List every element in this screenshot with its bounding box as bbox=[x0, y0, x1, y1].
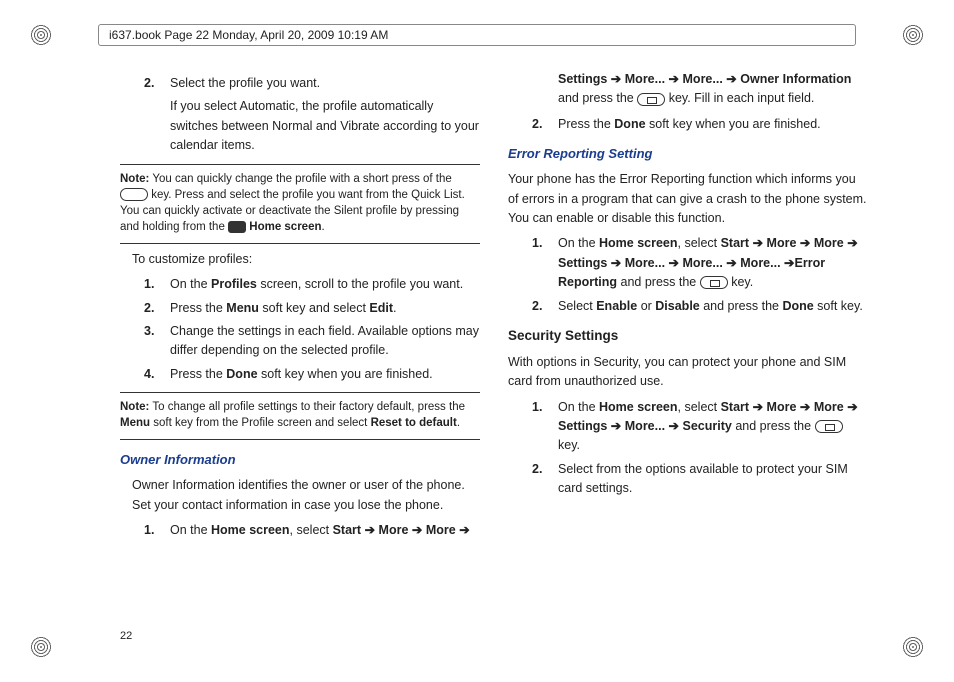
divider bbox=[120, 392, 480, 393]
step-text: On the Home screen, select Start ➔ More … bbox=[558, 234, 868, 292]
step-text: Change the settings in each field. Avail… bbox=[170, 322, 480, 361]
list-item: 1. On the Home screen, select Start ➔ Mo… bbox=[532, 234, 868, 292]
divider bbox=[120, 164, 480, 165]
heading-error-reporting: Error Reporting Setting bbox=[508, 144, 868, 164]
paragraph: Owner Information identifies the owner o… bbox=[132, 476, 480, 515]
divider bbox=[120, 243, 480, 244]
list-item: 2. Select from the options available to … bbox=[532, 460, 868, 499]
home-key-icon bbox=[228, 221, 246, 233]
step-number: 4. bbox=[144, 365, 160, 384]
print-header-bar: i637.book Page 22 Monday, April 20, 2009… bbox=[98, 24, 856, 46]
heading-security: Security Settings bbox=[508, 326, 868, 347]
print-header-text: i637.book Page 22 Monday, April 20, 2009… bbox=[109, 28, 388, 42]
list-item: 2. Press the Menu soft key and select Ed… bbox=[144, 299, 480, 318]
crop-mark-bl bbox=[30, 636, 52, 658]
right-column: Settings ➔ More... ➔ More... ➔ Owner Inf… bbox=[508, 70, 868, 622]
step-text: On the Home screen, select Start ➔ More … bbox=[558, 398, 868, 456]
note-text: You can quickly change the profile with … bbox=[120, 173, 465, 233]
step-number: 3. bbox=[144, 322, 160, 361]
step-text: Press the Done soft key when you are fin… bbox=[558, 115, 868, 134]
page-number: 22 bbox=[120, 630, 132, 642]
paragraph: To customize profiles: bbox=[132, 250, 480, 269]
home-key-icon bbox=[700, 276, 728, 289]
step-number: 1. bbox=[532, 398, 548, 456]
note-label: Note: bbox=[120, 173, 149, 185]
step-number: 1. bbox=[144, 521, 160, 540]
home-key-icon bbox=[637, 93, 665, 106]
step-number: 2. bbox=[532, 297, 548, 316]
step-text: On the Home screen, select Start ➔ More … bbox=[170, 521, 480, 540]
step-text: Press the Menu soft key and select Edit. bbox=[170, 299, 480, 318]
step-text: On the Profiles screen, scroll to the pr… bbox=[170, 275, 480, 294]
paragraph: With options in Security, you can protec… bbox=[508, 353, 868, 392]
list-item: 2. Press the Done soft key when you are … bbox=[532, 115, 868, 134]
step-number: 2. bbox=[144, 74, 160, 93]
list-item: 3. Change the settings in each field. Av… bbox=[144, 322, 480, 361]
list-item: 1. On the Home screen, select Start ➔ Mo… bbox=[144, 521, 480, 540]
crop-mark-tr bbox=[902, 24, 924, 46]
list-item: 1. On the Profiles screen, scroll to the… bbox=[144, 275, 480, 294]
step-subtext: If you select Automatic, the profile aut… bbox=[170, 97, 480, 155]
step-cont: Settings ➔ More... ➔ More... ➔ Owner Inf… bbox=[558, 70, 868, 109]
step-number: 2. bbox=[144, 299, 160, 318]
crop-mark-br bbox=[902, 636, 924, 658]
paragraph: Your phone has the Error Reporting funct… bbox=[508, 170, 868, 228]
step-number: 2. bbox=[532, 460, 548, 499]
crop-mark-tl bbox=[30, 24, 52, 46]
step-text: Press the Done soft key when you are fin… bbox=[170, 365, 480, 384]
step-text: Select from the options available to pro… bbox=[558, 460, 868, 499]
step-number: 1. bbox=[144, 275, 160, 294]
list-item: 1. On the Home screen, select Start ➔ Mo… bbox=[532, 398, 868, 456]
heading-owner-info: Owner Information bbox=[120, 450, 480, 470]
list-item: 2. Select Enable or Disable and press th… bbox=[532, 297, 868, 316]
list-item: 2. Select the profile you want. bbox=[144, 74, 480, 93]
note: Note: You can quickly change the profile… bbox=[120, 171, 480, 235]
left-column: 2. Select the profile you want. If you s… bbox=[120, 70, 480, 622]
power-key-icon bbox=[120, 188, 148, 201]
list-item: 4. Press the Done soft key when you are … bbox=[144, 365, 480, 384]
step-text: Select Enable or Disable and press the D… bbox=[558, 297, 868, 316]
note-text: To change all profile settings to their … bbox=[120, 401, 465, 429]
divider bbox=[120, 439, 480, 440]
step-number: 1. bbox=[532, 234, 548, 292]
note: Note: To change all profile settings to … bbox=[120, 399, 480, 431]
step-number: 2. bbox=[532, 115, 548, 134]
step-text: Select the profile you want. bbox=[170, 74, 480, 93]
home-key-icon bbox=[815, 420, 843, 433]
note-label: Note: bbox=[120, 401, 149, 413]
page-content: 2. Select the profile you want. If you s… bbox=[120, 70, 868, 622]
